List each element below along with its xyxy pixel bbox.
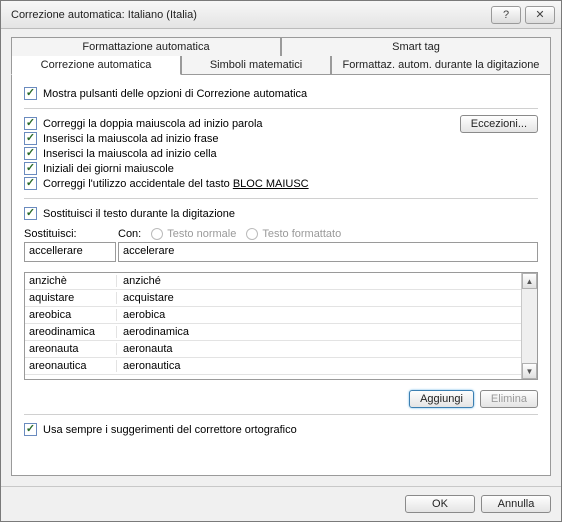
table-row[interactable]: areonauticaaeronautica	[25, 358, 521, 375]
tabstrip: Formattazione automatica Smart tag Corre…	[11, 37, 551, 75]
cell-value: aeronauta	[117, 343, 521, 355]
table-row[interactable]: areonautaaeronauta	[25, 341, 521, 358]
scroll-up-button[interactable]: ▲	[522, 273, 537, 289]
label-cap-sentence: Inserisci la maiuscola ad inizio frase	[43, 133, 218, 145]
tab-autoformat[interactable]: Formattazione automatica	[11, 37, 281, 56]
separator	[24, 198, 538, 199]
help-button[interactable]: ?	[491, 6, 521, 24]
cell-key: aquistare	[25, 292, 117, 304]
cancel-button[interactable]: Annulla	[481, 495, 551, 513]
exceptions-button[interactable]: Eccezioni...	[460, 115, 538, 133]
table-row[interactable]: areodinamicaaerodinamica	[25, 324, 521, 341]
ok-button[interactable]: OK	[405, 495, 475, 513]
label-day-caps: Iniziali dei giorni maiuscole	[43, 163, 174, 175]
label-replace-col: Sostituisci:	[24, 228, 118, 240]
titlebar[interactable]: Correzione automatica: Italiano (Italia)…	[1, 1, 561, 29]
label-plain-text: Testo normale	[167, 228, 236, 240]
cell-value: aerobica	[117, 309, 521, 321]
checkbox-spellcheck[interactable]	[24, 423, 37, 436]
cell-key: areonautica	[25, 360, 117, 372]
label-capslock: Correggi l'utilizzo accidentale del tast…	[43, 178, 309, 190]
add-button[interactable]: Aggiungi	[409, 390, 474, 408]
radio-formatted-text	[246, 228, 258, 240]
tab-math-symbols[interactable]: Simboli matematici	[181, 56, 331, 75]
checkbox-cap-sentence[interactable]	[24, 132, 37, 145]
replacements-list: anzichèanzichéaquistareacquistareareobic…	[24, 272, 538, 380]
table-row[interactable]: anzichèanziché	[25, 273, 521, 290]
cell-key: anzichè	[25, 275, 117, 287]
checkbox-cap-cell[interactable]	[24, 147, 37, 160]
close-button[interactable]: ✕	[525, 6, 555, 24]
scroll-track[interactable]	[522, 289, 537, 363]
label-show-buttons: Mostra pulsanti delle opzioni di Correzi…	[43, 88, 307, 100]
delete-button: Elimina	[480, 390, 538, 408]
label-with-col: Con:	[118, 228, 141, 240]
separator	[24, 108, 538, 109]
label-double-cap: Correggi la doppia maiuscola ad inizio p…	[43, 118, 263, 130]
list-body[interactable]: anzichèanzichéaquistareacquistareareobic…	[25, 273, 521, 379]
radio-plain-text	[151, 228, 163, 240]
checkbox-show-buttons[interactable]	[24, 87, 37, 100]
label-formatted-text: Testo formattato	[262, 228, 341, 240]
cell-value: acquistare	[117, 292, 521, 304]
tab-autoformat-typing[interactable]: Formattaz. autom. durante la digitazione	[331, 56, 551, 75]
cell-value: aeronautica	[117, 360, 521, 372]
cell-key: areobica	[25, 309, 117, 321]
checkbox-capslock[interactable]	[24, 177, 37, 190]
tab-smarttag[interactable]: Smart tag	[281, 37, 551, 56]
separator	[24, 414, 538, 415]
dialog-window: Correzione automatica: Italiano (Italia)…	[0, 0, 562, 522]
scroll-down-button[interactable]: ▼	[522, 363, 537, 379]
cell-key: areodinamica	[25, 326, 117, 338]
replace-input[interactable]: accellerare	[24, 242, 116, 262]
checkbox-double-cap[interactable]	[24, 117, 37, 130]
checkbox-replace-text[interactable]	[24, 207, 37, 220]
cell-value: anziché	[117, 275, 521, 287]
with-input[interactable]: accelerare	[118, 242, 538, 262]
table-row[interactable]: areobicaaerobica	[25, 307, 521, 324]
scrollbar[interactable]: ▲ ▼	[521, 273, 537, 379]
tab-autocorrect[interactable]: Correzione automatica	[11, 56, 181, 75]
tab-panel: Mostra pulsanti delle opzioni di Correzi…	[11, 74, 551, 476]
label-cap-cell: Inserisci la maiuscola ad inizio cella	[43, 148, 217, 160]
checkbox-day-caps[interactable]	[24, 162, 37, 175]
label-replace-text: Sostituisci il testo durante la digitazi…	[43, 208, 235, 220]
dialog-footer: OK Annulla	[1, 486, 561, 521]
label-spellcheck: Usa sempre i suggerimenti del correttore…	[43, 424, 297, 436]
cell-key: areonauta	[25, 343, 117, 355]
window-title: Correzione automatica: Italiano (Italia)	[11, 9, 487, 21]
table-row[interactable]: aquistareacquistare	[25, 290, 521, 307]
client-area: Formattazione automatica Smart tag Corre…	[1, 29, 561, 486]
cell-value: aerodinamica	[117, 326, 521, 338]
